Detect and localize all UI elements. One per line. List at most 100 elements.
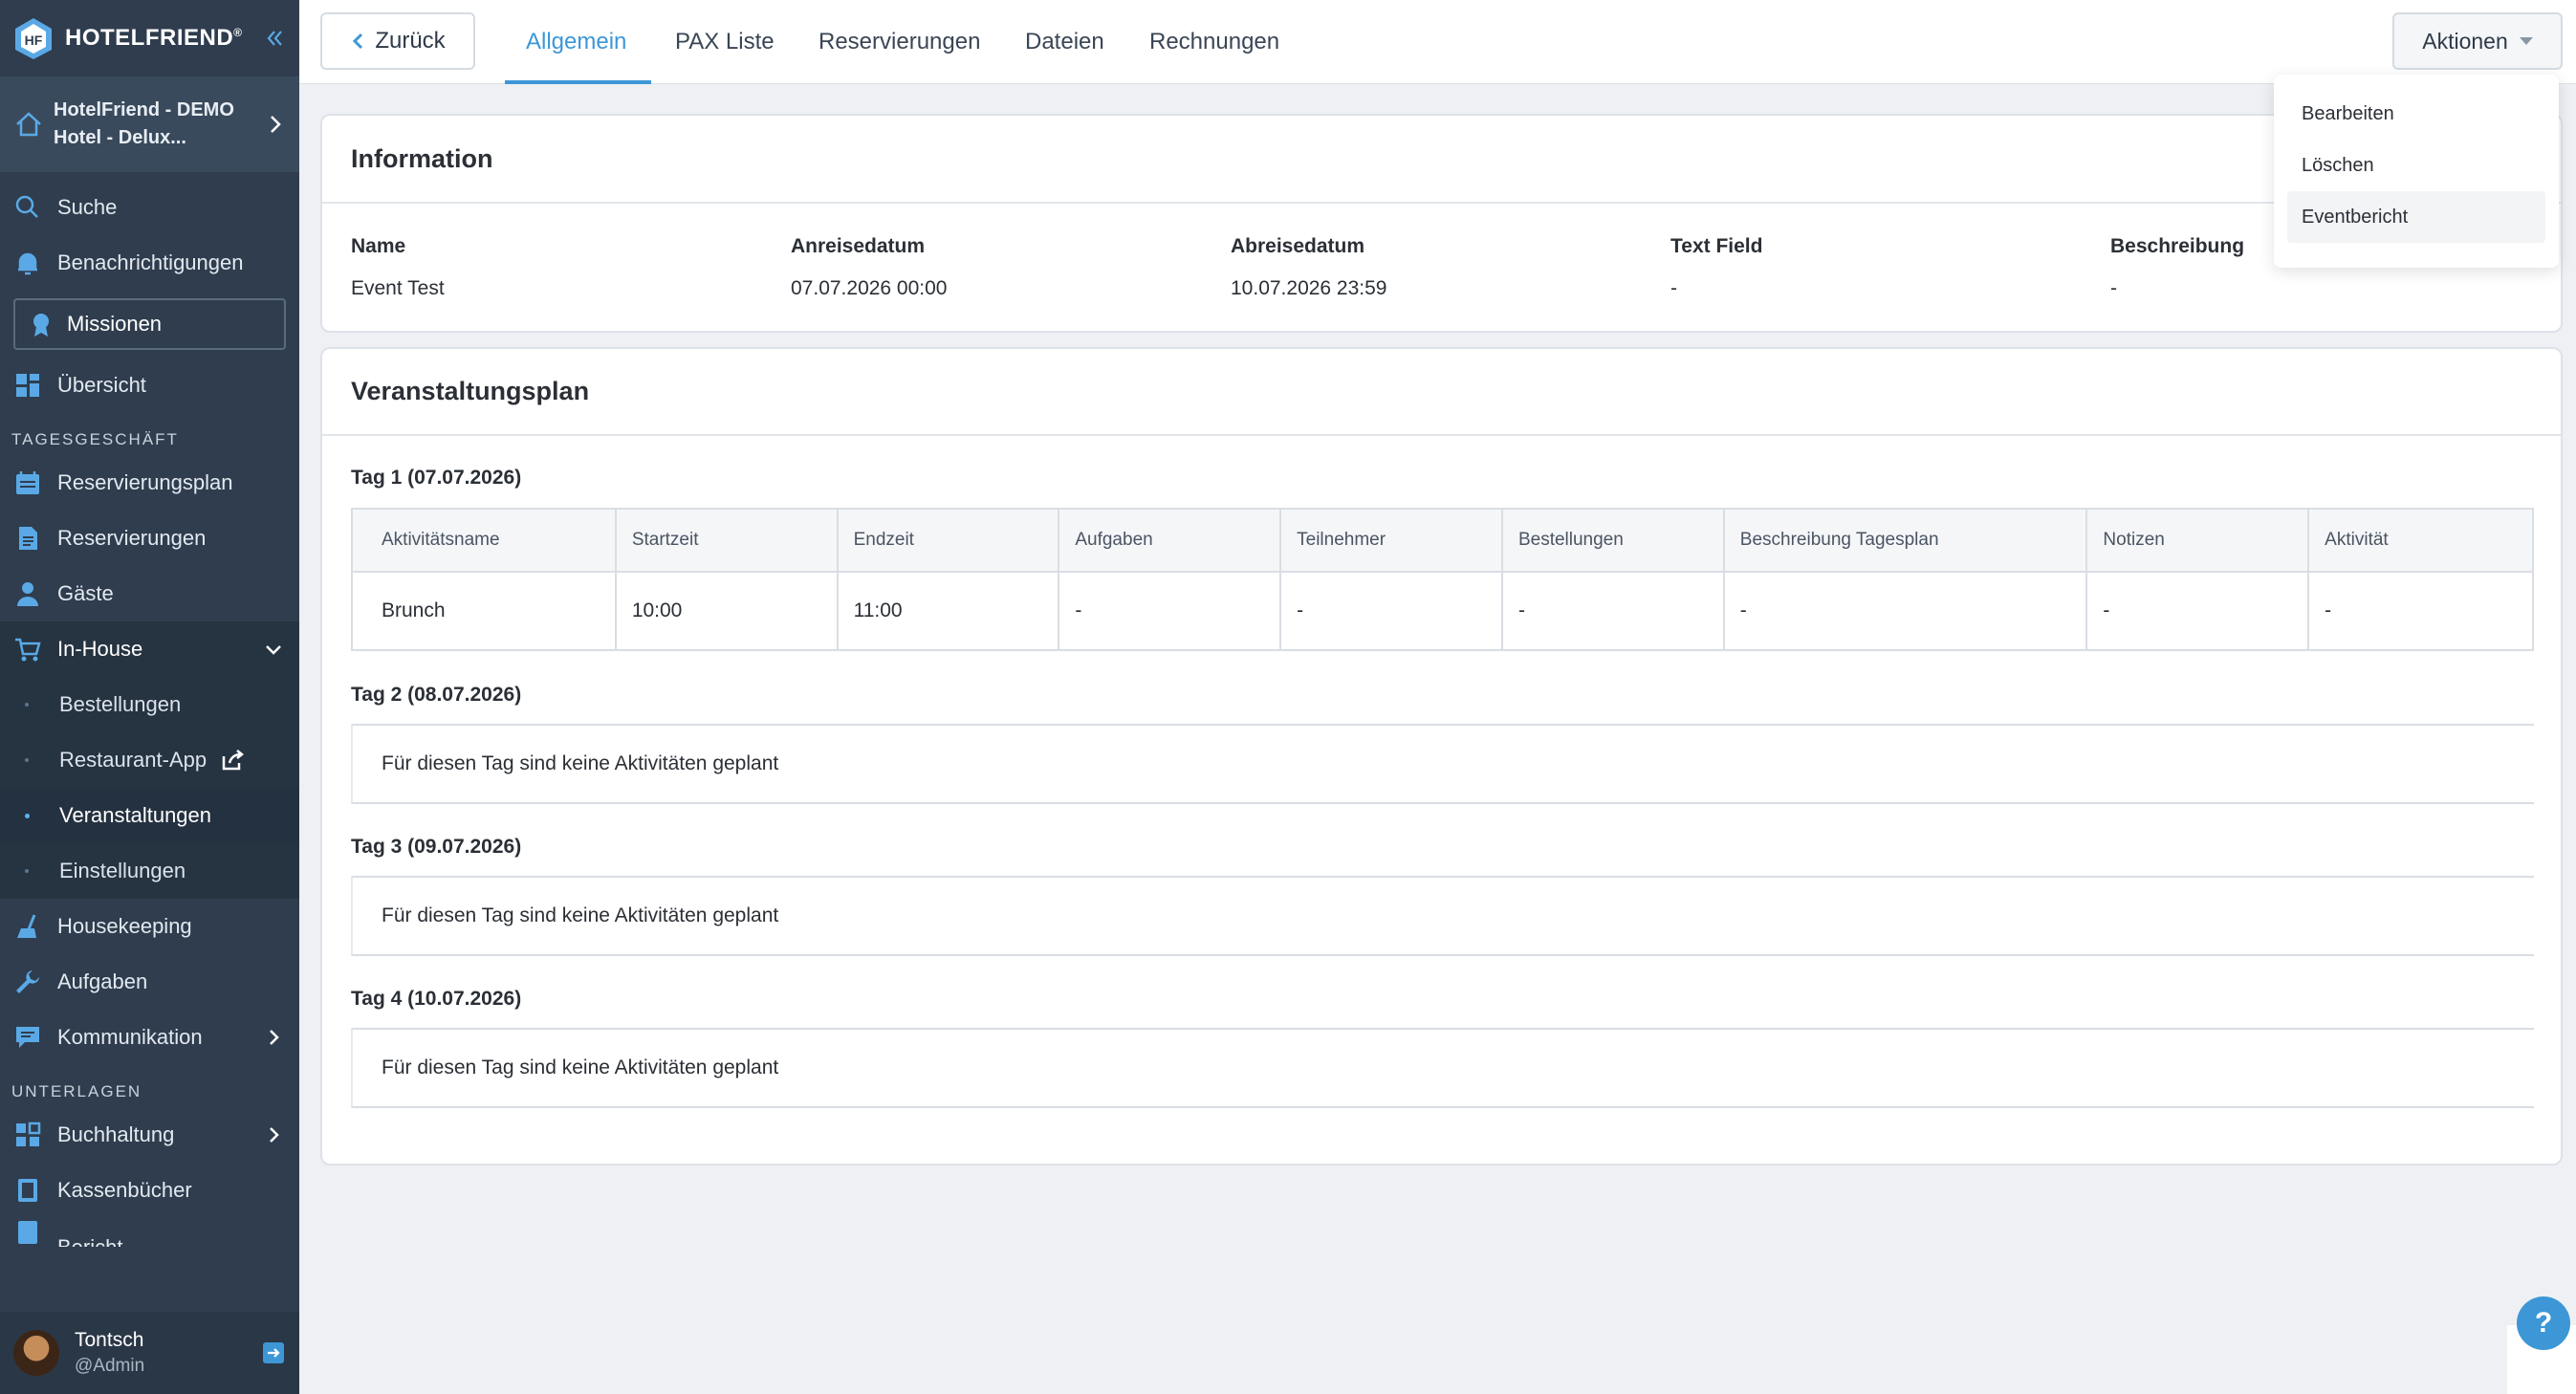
sidebar-subitem-label: Veranstaltungen	[59, 803, 212, 827]
sidebar-item-label: Kassenbücher	[57, 1178, 192, 1202]
information-title: Information	[322, 116, 2561, 204]
field-value: -	[1670, 277, 1677, 299]
missions-button[interactable]: Missionen	[13, 298, 286, 350]
sidebar-subitem-settings[interactable]: Einstellungen	[0, 843, 299, 899]
sidebar-item-guests[interactable]: Gäste	[0, 566, 299, 621]
tab-dateien[interactable]: Dateien	[1025, 0, 1104, 84]
collapse-sidebar-icon[interactable]	[261, 25, 288, 52]
sidebar-subitem-restaurant-app[interactable]: Restaurant-App	[0, 732, 299, 788]
sidebar: HF HOTELFRIEND® HotelFriend - DEMO Hotel…	[0, 0, 299, 1394]
back-button[interactable]: Zurück	[320, 12, 475, 70]
tab-rechnungen[interactable]: Rechnungen	[1149, 0, 1279, 84]
section-label-docs: UNTERLAGEN	[11, 1082, 142, 1100]
table-cell: -	[1722, 571, 2088, 651]
field-label: Name	[351, 235, 406, 257]
avatar	[13, 1330, 59, 1376]
sidebar-item-housekeeping[interactable]: Housekeeping	[0, 899, 299, 954]
table-cell: Brunch	[351, 571, 617, 651]
sidebar-subitem-orders[interactable]: Bestellungen	[0, 677, 299, 732]
sidebar-item-accounting[interactable]: Buchhaltung	[0, 1107, 299, 1163]
table-cell: -	[1500, 571, 1725, 651]
chat-icon	[16, 1027, 39, 1048]
field-value: -	[2110, 277, 2117, 299]
tab-pax-liste[interactable]: PAX Liste	[675, 0, 775, 84]
sidebar-item-reservation-plan[interactable]: Reservierungsplan	[0, 455, 299, 511]
sidebar-item-communication[interactable]: Kommunikation	[0, 1010, 299, 1065]
sidebar-item-label: Gäste	[57, 581, 114, 605]
user-name: Tontsch	[75, 1329, 144, 1351]
menu-item-event-report[interactable]: Eventbericht	[2287, 191, 2545, 243]
table-cell: 11:00	[836, 571, 1060, 651]
information-card: Information Name Event Test Anreisedatum…	[320, 114, 2563, 333]
sidebar-subitem-label: Bestellungen	[59, 692, 182, 716]
search-icon	[15, 195, 38, 218]
menu-item-delete[interactable]: Löschen	[2287, 140, 2545, 191]
sidebar-item-tasks[interactable]: Aufgaben	[0, 954, 299, 1010]
sidebar-subitem-events[interactable]: Veranstaltungen	[0, 788, 299, 843]
field-value: 10.07.2026 23:59	[1231, 277, 1387, 299]
book-icon	[18, 1179, 37, 1202]
table-cell: 10:00	[614, 571, 839, 651]
day-heading: Tag 2 (08.07.2026)	[351, 684, 522, 706]
table-cell: -	[1279, 571, 1503, 651]
hotel-name: HotelFriend - DEMO Hotel - Delux...	[54, 99, 234, 148]
column-header: Aufgaben	[1058, 508, 1282, 573]
logout-icon[interactable]	[261, 1340, 286, 1365]
sidebar-item-label: Benachrichtigungen	[57, 250, 244, 274]
tab-reservierungen[interactable]: Reservierungen	[819, 0, 980, 84]
field-text-field: Text Field -	[1670, 235, 1762, 300]
empty-day-message: Für diesen Tag sind keine Aktivitäten ge…	[351, 724, 2534, 804]
tab-label: PAX Liste	[675, 29, 775, 54]
sidebar-item-label: Übersicht	[57, 373, 146, 397]
field-value: 07.07.2026 00:00	[791, 277, 948, 299]
day-heading: Tag 1 (07.07.2026)	[351, 467, 522, 489]
actions-label: Aktionen	[2422, 28, 2508, 54]
day-heading: Tag 3 (09.07.2026)	[351, 836, 522, 858]
column-header: Notizen	[2085, 508, 2310, 573]
grid-icon	[16, 1122, 41, 1146]
field-departure-date: Abreisedatum 10.07.2026 23:59	[1231, 235, 1387, 300]
table-row[interactable]: Brunch 10:00 11:00 - - - - - -	[351, 571, 2534, 651]
sidebar-item-label: Buchhaltung	[57, 1122, 175, 1146]
sidebar-item-cashbooks[interactable]: Kassenbücher	[0, 1163, 299, 1218]
section-label-daily: TAGESGESCHÄFT	[11, 430, 179, 448]
chevron-right-icon	[270, 1127, 279, 1143]
actions-button[interactable]: Aktionen	[2392, 12, 2563, 70]
day-heading: Tag 4 (10.07.2026)	[351, 988, 522, 1010]
inhouse-group: In-House Bestellungen Restaurant-App Ver…	[0, 621, 299, 899]
back-label: Zurück	[375, 28, 446, 54]
calendar-icon	[16, 471, 39, 494]
field-value: Event Test	[351, 277, 445, 299]
caret-down-icon	[2519, 37, 2533, 45]
svg-text:HF: HF	[25, 33, 43, 48]
tab-allgemein[interactable]: Allgemein	[504, 0, 652, 84]
user-profile[interactable]: Tontsch @Admin	[0, 1312, 299, 1394]
sidebar-item-notifications[interactable]: Benachrichtigungen	[0, 235, 299, 291]
house-icon	[16, 112, 41, 137]
hotel-selector[interactable]: HotelFriend - DEMO Hotel - Delux...	[0, 76, 299, 172]
tab-label: Allgemein	[526, 29, 627, 54]
field-label: Abreisedatum	[1231, 235, 1365, 257]
menu-item-edit[interactable]: Bearbeiten	[2287, 88, 2545, 140]
report-icon	[18, 1221, 37, 1244]
document-icon	[19, 527, 37, 550]
sidebar-item-reservations[interactable]: Reservierungen	[0, 511, 299, 566]
sidebar-item-reports[interactable]: Bericht	[0, 1218, 299, 1247]
field-arrival-date: Anreisedatum 07.07.2026 00:00	[791, 235, 948, 300]
broom-icon	[17, 914, 36, 938]
chevron-right-icon	[270, 1030, 279, 1045]
sidebar-subitem-label: Restaurant-App	[59, 748, 207, 772]
help-button[interactable]: ?	[2517, 1296, 2570, 1350]
sidebar-item-overview[interactable]: Übersicht	[0, 358, 299, 413]
column-header: Bestellungen	[1500, 508, 1725, 573]
logo-row: HF HOTELFRIEND®	[0, 0, 299, 76]
column-header: Startzeit	[614, 508, 839, 573]
dashboard-icon	[16, 374, 39, 397]
table-header-row: Aktivitätsname Startzeit Endzeit Aufgabe…	[351, 508, 2534, 573]
sidebar-item-inhouse[interactable]: In-House	[0, 621, 299, 677]
missions-label: Missionen	[67, 312, 163, 336]
tab-label: Reservierungen	[819, 29, 981, 54]
field-label: Text Field	[1670, 235, 1763, 257]
tab-label: Dateien	[1025, 29, 1104, 54]
sidebar-item-search[interactable]: Suche	[0, 180, 299, 235]
